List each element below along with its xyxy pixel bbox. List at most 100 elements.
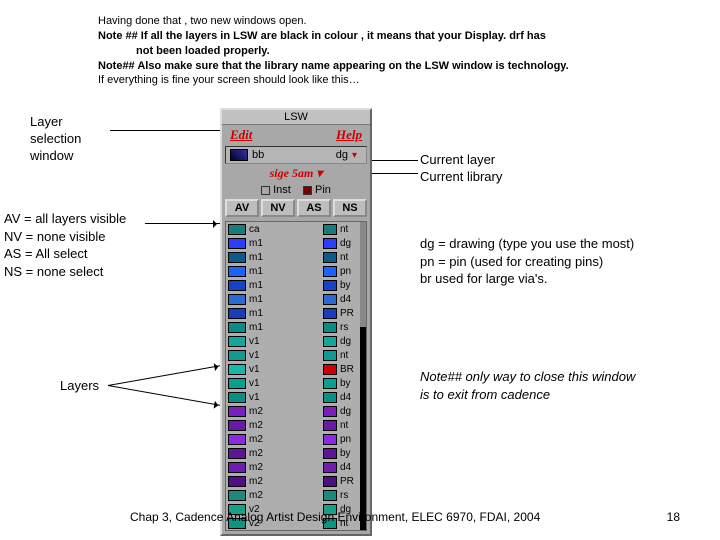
layer-swatch-right [323, 476, 337, 487]
lsw-menubar: Edit Help [222, 125, 370, 145]
scrollbar[interactable] [360, 222, 366, 530]
layer-row[interactable]: v1 d4 [226, 390, 366, 404]
layer-swatch-right [323, 364, 337, 375]
layer-name: m2 [249, 434, 320, 445]
scrollbar-thumb[interactable] [360, 222, 366, 327]
av-button[interactable]: AV [225, 199, 259, 217]
layer-name: m1 [249, 308, 320, 319]
layer-swatch-right [323, 462, 337, 473]
layer-row[interactable]: m1d4 [226, 292, 366, 306]
layer-row[interactable]: m1by [226, 278, 366, 292]
layer-swatch-left [228, 392, 246, 403]
layer-row[interactable]: cant [226, 222, 366, 236]
layer-swatch-right [323, 392, 337, 403]
layer-row[interactable]: v1BR [226, 362, 366, 376]
av-line-3: AS = All select [4, 245, 126, 263]
dg-line-1: dg = drawing (type you use the most) [420, 235, 634, 253]
layer-row[interactable]: m2by [226, 446, 366, 460]
layer-row[interactable]: m1 nt [226, 250, 366, 264]
layer-type: nt [340, 350, 360, 361]
layer-name: v1 [249, 336, 320, 347]
layer-swatch-right [323, 266, 337, 277]
layer-type: d4 [340, 392, 360, 403]
layer-swatch-left [228, 434, 246, 445]
layer-type: dg [340, 238, 360, 249]
layer-row[interactable]: m2rs [226, 488, 366, 502]
layer-name: m2 [249, 406, 320, 417]
as-button[interactable]: AS [297, 199, 331, 217]
av-line-1: AV = all layers visible [4, 210, 126, 228]
layer-type: PR [340, 308, 360, 319]
layer-name: ca [249, 224, 320, 235]
layer-row[interactable]: m2PR [226, 474, 366, 488]
layer-name: v1 [249, 350, 320, 361]
layer-swatch-left [228, 294, 246, 305]
layer-type: by [340, 448, 360, 459]
layer-name: v1 [249, 392, 320, 403]
layer-swatch-left [228, 448, 246, 459]
layer-swatch-left [228, 336, 246, 347]
current-layer-row[interactable]: bb dg ▾ [225, 146, 367, 164]
layer-type: pn [340, 434, 360, 445]
chevron-down-icon[interactable]: ▾ [352, 150, 362, 160]
current-library-name: sige 5am [270, 166, 314, 180]
layer-swatch-left [228, 378, 246, 389]
layer-type: BR [340, 364, 360, 375]
layer-row[interactable]: v1 nt [226, 348, 366, 362]
layer-row[interactable]: m2 dg [226, 404, 366, 418]
nv-button[interactable]: NV [261, 199, 295, 217]
layer-swatch-right [323, 378, 337, 389]
layer-row[interactable]: v1dg [226, 334, 366, 348]
instr-line-2: Note ## If all the layers in LSW are bla… [98, 29, 658, 44]
layer-swatch-right [323, 294, 337, 305]
layer-swatch-left [228, 224, 246, 235]
layer-row[interactable]: m1 PR [226, 306, 366, 320]
ns-button[interactable]: NS [333, 199, 367, 217]
layer-name: m1 [249, 280, 320, 291]
layer-name: m1 [249, 252, 320, 263]
callout-current: Current layer Current library [420, 152, 502, 186]
callout-layers: Layers [60, 378, 99, 393]
layer-row[interactable]: m2nt [226, 418, 366, 432]
inst-checkbox[interactable] [261, 186, 270, 195]
layer-swatch-right [323, 490, 337, 501]
layer-swatch-left [228, 462, 246, 473]
layer-type: d4 [340, 462, 360, 473]
lsw-window: LSW Edit Help bb dg ▾ sige 5am ▾ Inst Pi… [220, 108, 372, 536]
instr-line-1: Having done that , two new windows open. [98, 14, 658, 29]
callout-current-library: Current library [420, 169, 502, 186]
layer-type: rs [340, 322, 360, 333]
layer-swatch-right [323, 280, 337, 291]
instr-line-4: Note## Also make sure that the library n… [98, 59, 658, 74]
layer-swatch-left [228, 252, 246, 263]
layer-name: m1 [249, 294, 320, 305]
layer-row[interactable]: m1rs [226, 320, 366, 334]
layer-row[interactable]: m2d4 [226, 460, 366, 474]
layer-row[interactable]: m2 pn [226, 432, 366, 446]
layer-list[interactable]: cantm1dgm1ntm1pnm1bym1d4m1PRm1rsv1dgv1nt… [225, 221, 367, 531]
layer-swatch-left [228, 364, 246, 375]
menu-edit[interactable]: Edit [230, 127, 252, 143]
layer-type: nt [340, 252, 360, 263]
callout-current-layer: Current layer [420, 152, 502, 169]
inst-label: Inst [273, 184, 291, 196]
callout-lsw-3: window [30, 148, 73, 163]
layer-swatch-right [323, 322, 337, 333]
layer-swatch-right [323, 434, 337, 445]
layer-row[interactable]: m1pn [226, 264, 366, 278]
layer-row[interactable]: m1dg [226, 236, 366, 250]
menu-help[interactable]: Help [336, 127, 362, 143]
layer-swatch-left [228, 280, 246, 291]
layer-name: m2 [249, 476, 320, 487]
layer-row[interactable]: v1 by [226, 376, 366, 390]
layer-type: by [340, 378, 360, 389]
layer-name: v1 [249, 378, 320, 389]
layer-name: m2 [249, 490, 320, 501]
layer-type: dg [340, 406, 360, 417]
inst-pin-row: Inst Pin [222, 183, 370, 197]
layer-swatch-right [323, 336, 337, 347]
pin-checkbox[interactable] [303, 186, 312, 195]
arrow-av [145, 223, 220, 224]
arrow-layers-down [108, 385, 221, 406]
page-number: 18 [667, 510, 680, 524]
